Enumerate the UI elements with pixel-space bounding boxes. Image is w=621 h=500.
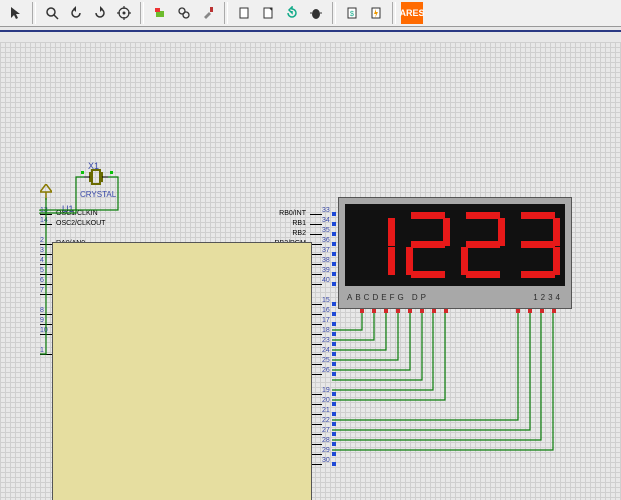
toolbar-separator <box>140 2 144 24</box>
settings-tool[interactable] <box>113 2 135 24</box>
toolbar-separator <box>332 2 336 24</box>
wire-layer <box>0 42 621 500</box>
rotate-cw-tool[interactable] <box>89 2 111 24</box>
power-tool[interactable] <box>365 2 387 24</box>
rotate-ccw-tool[interactable] <box>65 2 87 24</box>
debug-tool[interactable] <box>305 2 327 24</box>
find-tool[interactable] <box>173 2 195 24</box>
svg-text:$: $ <box>350 11 354 18</box>
ares-button[interactable]: ARES <box>401 2 423 24</box>
toolbar-separator <box>392 2 396 24</box>
report-tool[interactable]: $ <box>341 2 363 24</box>
pointer-tool[interactable] <box>5 2 27 24</box>
netlist-tool[interactable] <box>149 2 171 24</box>
schematic-area[interactable]: X1 CRYSTAL U1 PIC16F877A 13OSC1/CLKIN14O… <box>0 42 621 500</box>
toolbar-separator <box>32 2 36 24</box>
horizontal-rule <box>0 30 621 32</box>
new-file-tool[interactable] <box>233 2 255 24</box>
refresh-tool[interactable] <box>281 2 303 24</box>
toolbar-separator <box>224 2 228 24</box>
zoom-tool[interactable] <box>41 2 63 24</box>
toolbar: $ ARES <box>0 0 621 27</box>
canvas: $ ARES X1 CRYSTAL U1 PIC16F877A 13OSC1/C… <box>0 0 621 500</box>
tools-icon[interactable] <box>197 2 219 24</box>
open-file-tool[interactable] <box>257 2 279 24</box>
